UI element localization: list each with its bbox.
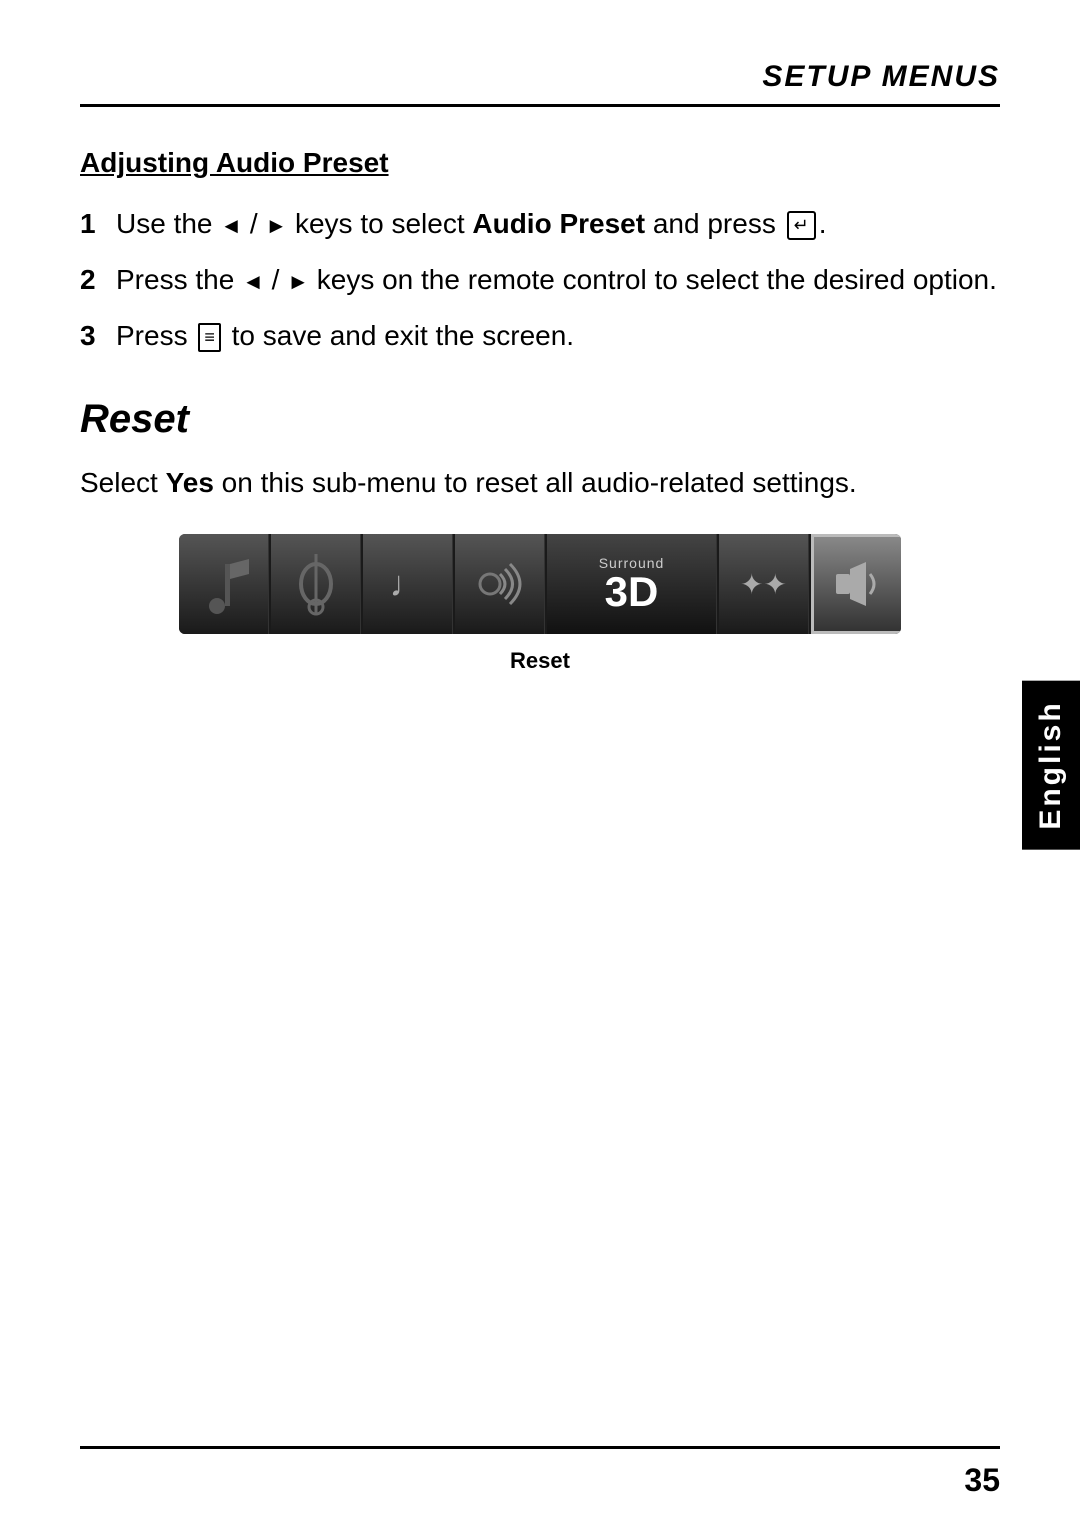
section-heading: Adjusting Audio Preset	[80, 147, 1000, 179]
page-header: SETUP MENUS	[80, 60, 1000, 94]
audio-icon-wave	[455, 534, 545, 634]
menu-icon: ≡	[198, 323, 221, 352]
left-arrow-icon-2: ◄	[242, 265, 264, 298]
audio-icon-music	[179, 534, 269, 634]
step-text-2: Press the ◄ / ► keys on the remote contr…	[116, 259, 1000, 301]
adjusting-audio-preset-section: Adjusting Audio Preset 1 Use the ◄ / ► k…	[80, 147, 1000, 357]
step-number-1: 1	[80, 203, 116, 245]
language-side-tab: English	[1022, 680, 1080, 849]
instruction-step-3: 3 Press ≡ to save and exit the screen.	[80, 315, 1000, 357]
reset-description: Select Yes on this sub-menu to reset all…	[80, 462, 1000, 504]
audio-surround-3d-cell: Surround 3D	[547, 534, 717, 634]
audio-icon-reset-selected	[811, 534, 901, 634]
right-arrow-icon-2: ►	[287, 265, 309, 298]
page-number: 35	[964, 1462, 1000, 1499]
audio-preset-bar: ♩ Surround 3D	[179, 534, 901, 634]
side-tab-label: English	[1034, 700, 1067, 829]
surround-3d-label: 3D	[605, 571, 659, 613]
step-text-1: Use the ◄ / ► keys to select Audio Prese…	[116, 203, 1000, 245]
header-title: SETUP MENUS	[762, 60, 1000, 94]
note-symbol: ♩	[390, 563, 426, 605]
reset-label-text: Reset	[510, 648, 570, 674]
step-number-3: 3	[80, 315, 116, 357]
sparkle-symbol: ✦✦	[740, 568, 787, 601]
reset-title: Reset	[80, 397, 1000, 442]
bottom-divider	[80, 1446, 1000, 1449]
top-divider	[80, 104, 1000, 107]
step-number-2: 2	[80, 259, 116, 301]
instruction-step-1: 1 Use the ◄ / ► keys to select Audio Pre…	[80, 203, 1000, 245]
right-arrow-icon: ►	[265, 209, 287, 242]
audio-icon-sparkle: ✦✦	[719, 534, 809, 634]
page-container: SETUP MENUS Adjusting Audio Preset 1 Use…	[0, 0, 1080, 1529]
enter-icon: ↵	[787, 211, 816, 240]
left-arrow-icon: ◄	[220, 209, 242, 242]
audio-bar-container: ♩ Surround 3D	[80, 534, 1000, 674]
instruction-step-2: 2 Press the ◄ / ► keys on the remote con…	[80, 259, 1000, 301]
audio-icon-note: ♩	[363, 534, 453, 634]
audio-icon-treble	[271, 534, 361, 634]
step-text-3: Press ≡ to save and exit the screen.	[116, 315, 1000, 357]
reset-section: Reset Select Yes on this sub-menu to res…	[80, 397, 1000, 674]
reset-label-area: Reset	[510, 640, 570, 674]
instructions-list: 1 Use the ◄ / ► keys to select Audio Pre…	[80, 203, 1000, 357]
